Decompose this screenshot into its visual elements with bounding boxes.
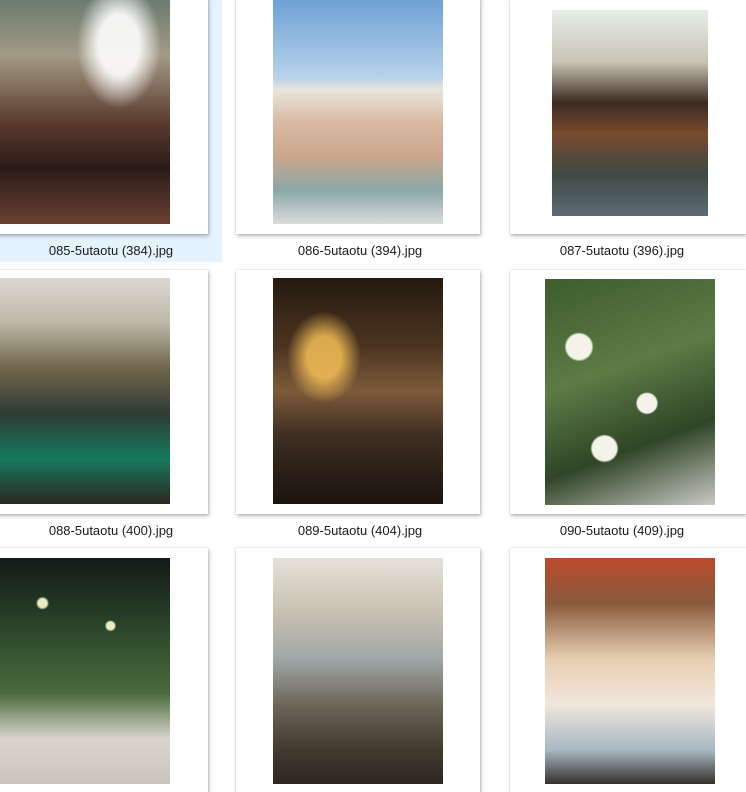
image-thumbnail-icon xyxy=(0,278,170,504)
image-thumbnail-icon xyxy=(552,10,708,216)
image-thumbnail-icon xyxy=(273,558,443,784)
file-item[interactable]: 086-5utaotu (394).jpg xyxy=(222,0,498,262)
image-thumbnail-icon xyxy=(545,279,715,505)
file-item[interactable]: 088-5utaotu (400).jpg xyxy=(0,268,222,542)
file-name-label: 088-5utaotu (400).jpg xyxy=(48,523,174,538)
file-item[interactable] xyxy=(222,548,498,792)
file-item[interactable]: 087-5utaotu (396).jpg xyxy=(498,0,746,262)
file-item[interactable]: 085-5utaotu (384).jpg xyxy=(0,0,222,262)
file-item[interactable] xyxy=(498,548,746,792)
image-thumbnail-icon xyxy=(273,0,443,224)
image-thumbnail-icon xyxy=(0,558,170,784)
file-name-label: 090-5utaotu (409).jpg xyxy=(559,523,685,538)
file-item[interactable]: 090-5utaotu (409).jpg xyxy=(498,268,746,542)
file-name-label: 086-5utaotu (394).jpg xyxy=(297,243,423,258)
file-name-label: 087-5utaotu (396).jpg xyxy=(559,243,685,258)
file-item[interactable] xyxy=(0,548,222,792)
image-thumbnail-icon xyxy=(0,0,170,224)
file-item[interactable]: 089-5utaotu (404).jpg xyxy=(222,268,498,542)
image-thumbnail-icon xyxy=(545,558,715,784)
file-name-label: 085-5utaotu (384).jpg xyxy=(48,243,174,258)
file-thumbnail-grid: 085-5utaotu (384).jpg 086-5utaotu (394).… xyxy=(0,0,746,792)
file-name-label: 089-5utaotu (404).jpg xyxy=(297,523,423,538)
image-thumbnail-icon xyxy=(273,278,443,504)
